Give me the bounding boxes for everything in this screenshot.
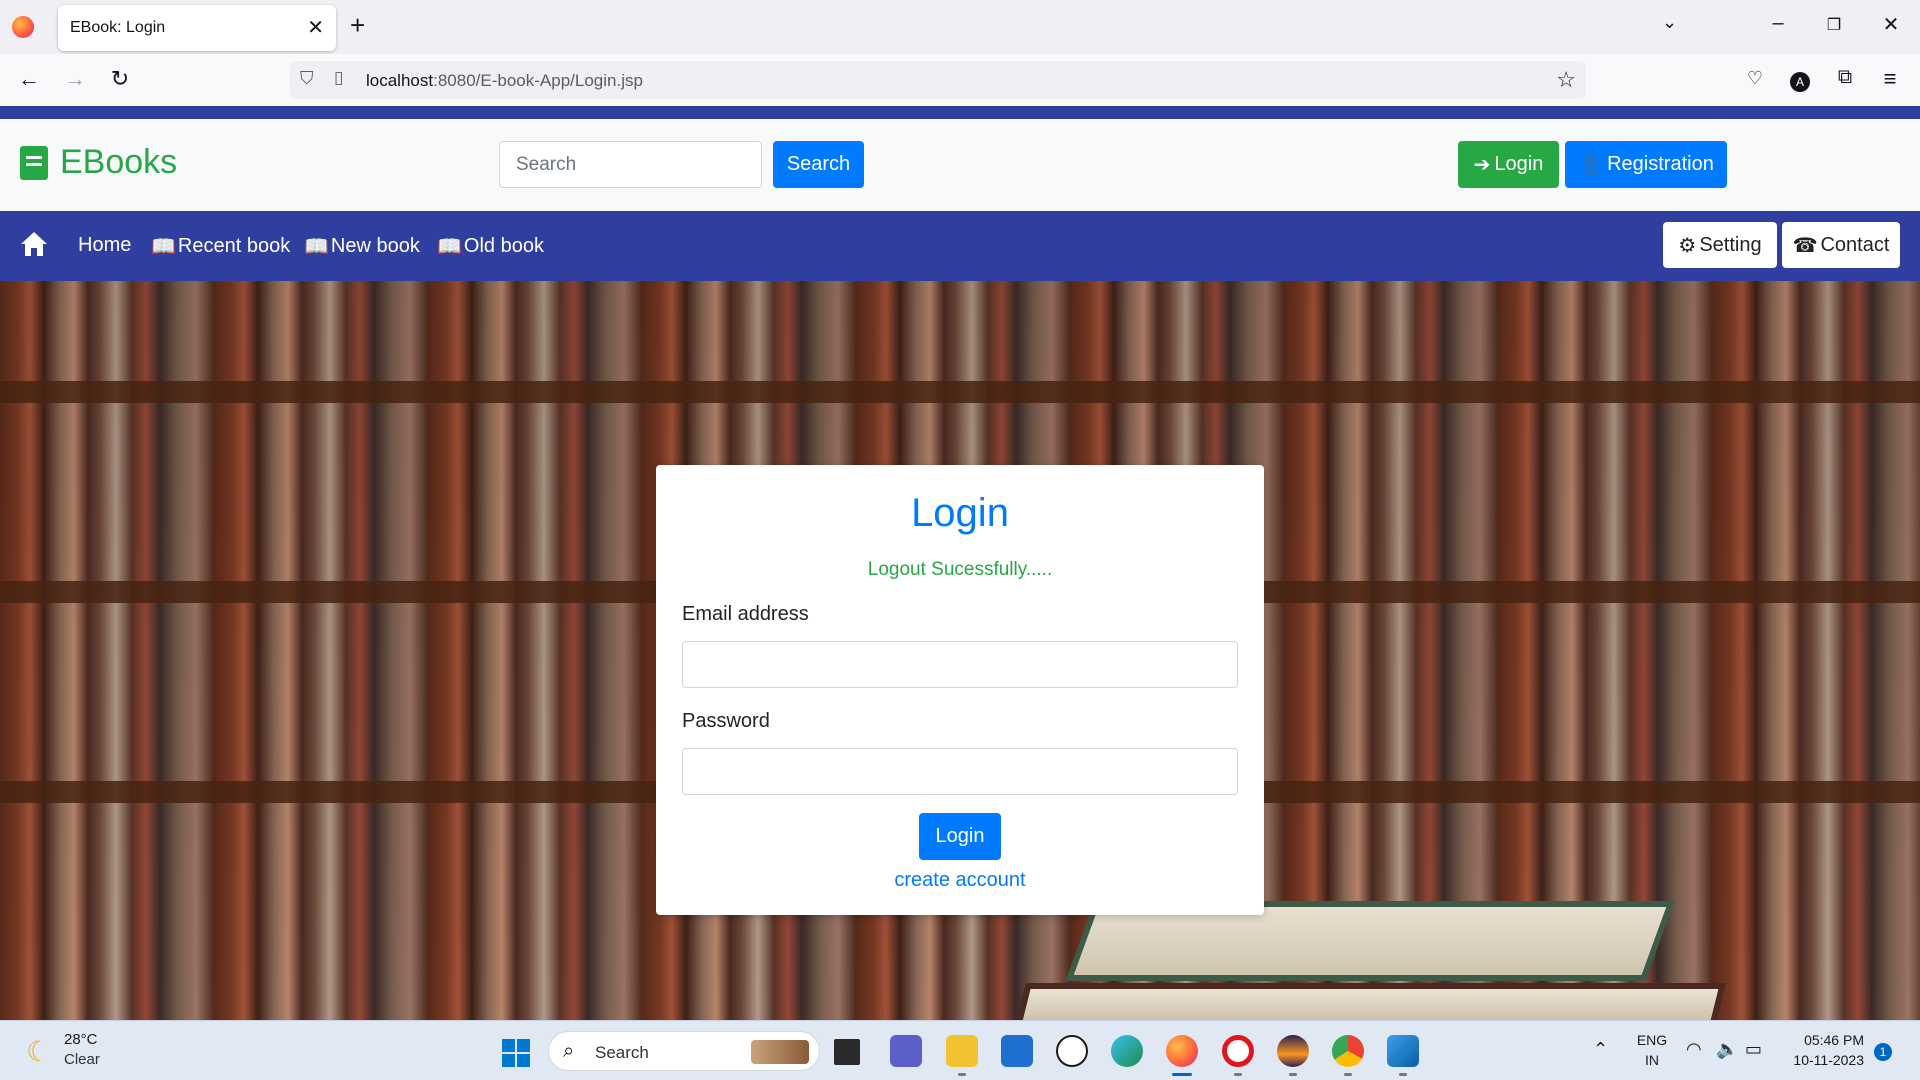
open-book-icon: 📖: [437, 236, 462, 258]
login-submit-button[interactable]: Login: [919, 813, 1001, 860]
photos-icon[interactable]: [1387, 1035, 1419, 1067]
dell-icon[interactable]: [1056, 1035, 1088, 1067]
moon-icon[interactable]: ☾: [26, 1035, 51, 1068]
email-label: Email address: [682, 603, 809, 625]
bookmark-star-icon[interactable]: ☆: [1556, 67, 1576, 93]
menu-icon[interactable]: ≡: [1875, 66, 1905, 92]
menu-new-book[interactable]: 📖 New book: [304, 234, 420, 259]
eclipse-icon[interactable]: [1277, 1035, 1309, 1067]
menu-old-book[interactable]: 📖 Old book: [437, 234, 544, 259]
library-background-image: Login Logout Sucessfully..... Email addr…: [0, 281, 1920, 1020]
firefox-taskbar-icon[interactable]: [1166, 1035, 1198, 1067]
close-tab-icon[interactable]: ✕: [307, 15, 324, 40]
browser-toolbar: ← → ↻ ⛉ ▯ localhost:8080/E-book-App/Logi…: [0, 54, 1920, 106]
language-region[interactable]: IN: [1635, 1052, 1669, 1068]
brand-name: EBooks: [60, 143, 178, 181]
address-bar[interactable]: ⛉ ▯ localhost:8080/E-book-App/Login.jsp …: [290, 61, 1586, 99]
search-input[interactable]: [499, 141, 762, 188]
new-tab-icon[interactable]: +: [350, 10, 365, 41]
login-card: Login Logout Sucessfully..... Email addr…: [656, 465, 1264, 915]
opera-icon[interactable]: [1222, 1035, 1254, 1067]
language-indicator[interactable]: ENG: [1635, 1032, 1669, 1048]
file-explorer-icon[interactable]: [946, 1035, 978, 1067]
back-icon[interactable]: ←: [14, 66, 44, 92]
login-title: Login: [911, 491, 1009, 535]
clock-time[interactable]: 05:46 PM: [1782, 1032, 1864, 1048]
search-icon: ⌕: [563, 1040, 575, 1062]
top-stripe: [0, 106, 1920, 119]
page-icon[interactable]: ▯: [334, 68, 343, 88]
close-window-icon[interactable]: ✕: [1876, 12, 1906, 37]
user-plus-icon: 👤: [1578, 154, 1604, 176]
task-view-icon[interactable]: [834, 1039, 860, 1065]
password-field[interactable]: [682, 748, 1238, 795]
list-tabs-icon[interactable]: ⌄: [1662, 12, 1677, 33]
email-field[interactable]: [682, 641, 1238, 688]
battery-icon[interactable]: ▭: [1745, 1039, 1762, 1060]
create-account-link[interactable]: create account: [656, 869, 1264, 892]
sign-in-icon: ➔: [1473, 154, 1491, 176]
home-icon[interactable]: [20, 231, 48, 257]
web-page: EBooks Search ➔ Login 👤 Registration Hom…: [0, 106, 1920, 1020]
wifi-icon[interactable]: ◠: [1686, 1039, 1702, 1060]
menu-recent-book[interactable]: 📖 Recent book: [151, 234, 290, 259]
pocket-icon[interactable]: ♡: [1740, 68, 1770, 89]
tab-title: EBook: Login: [70, 19, 166, 36]
edge-icon[interactable]: [1111, 1035, 1143, 1067]
minimize-icon[interactable]: –: [1763, 12, 1793, 35]
shield-icon[interactable]: ⛉: [300, 68, 314, 89]
registration-button[interactable]: 👤 Registration: [1565, 141, 1727, 188]
notification-badge[interactable]: 1: [1874, 1043, 1892, 1061]
menu-home[interactable]: Home: [78, 234, 131, 257]
search-button[interactable]: Search: [773, 141, 864, 188]
shelf: [0, 381, 1920, 403]
restore-icon[interactable]: ❐: [1819, 15, 1849, 35]
chevron-up-icon[interactable]: ⌃: [1593, 1039, 1608, 1060]
start-icon[interactable]: [502, 1039, 530, 1067]
windows-taskbar: ☾ 28°C Clear ⌕ Search ⌃ ENG IN ◠ 🔈 ▭ 05:…: [0, 1020, 1920, 1080]
book-icon: [20, 145, 48, 180]
url-text[interactable]: localhost:8080/E-book-App/Login.jsp: [366, 71, 643, 91]
gear-icon: ⚙: [1678, 234, 1697, 257]
main-menu: Home 📖 Recent book 📖 New book 📖 Old book…: [0, 211, 1920, 281]
open-book-icon: 📖: [151, 236, 176, 258]
extensions-icon[interactable]: ⧉: [1830, 66, 1860, 89]
account-icon[interactable]: A: [1785, 66, 1815, 92]
header-login-button[interactable]: ➔ Login: [1458, 141, 1559, 188]
weather-temperature[interactable]: 28°C: [64, 1031, 98, 1048]
site-brand[interactable]: EBooks: [20, 143, 177, 182]
contact-button[interactable]: ☎ Contact: [1782, 222, 1900, 268]
reload-icon[interactable]: ↻: [105, 66, 135, 92]
logout-message: Logout Sucessfully.....: [867, 559, 1053, 580]
chrome-icon[interactable]: [1332, 1035, 1364, 1067]
store-icon[interactable]: [1001, 1035, 1033, 1067]
phone-icon: ☎: [1792, 234, 1818, 257]
taskbar-search[interactable]: ⌕ Search: [548, 1031, 820, 1071]
forward-icon[interactable]: →: [60, 66, 90, 92]
browser-tab-strip: EBook: Login ✕ + ⌄ – ❐ ✕: [0, 0, 1920, 54]
firefox-icon: [12, 16, 34, 38]
weather-description[interactable]: Clear: [64, 1051, 100, 1068]
teams-icon[interactable]: [890, 1035, 922, 1067]
speaker-icon[interactable]: 🔈: [1716, 1039, 1738, 1060]
browser-tab[interactable]: EBook: Login ✕: [58, 5, 336, 51]
search-highlight-image: [751, 1040, 809, 1064]
site-header: EBooks Search ➔ Login 👤 Registration: [0, 119, 1920, 211]
setting-button[interactable]: ⚙ Setting: [1663, 222, 1777, 268]
open-book-icon: 📖: [304, 236, 329, 258]
password-label: Password: [682, 710, 770, 732]
clock-date[interactable]: 10-11-2023: [1782, 1052, 1864, 1068]
